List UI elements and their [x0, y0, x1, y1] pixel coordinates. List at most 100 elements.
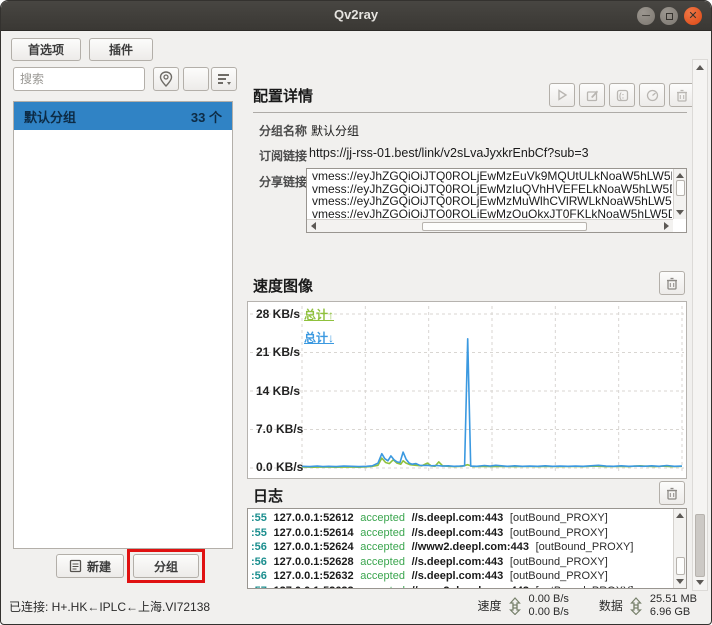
log-time: :56 — [251, 570, 267, 582]
speed-graph-title: 速度图像 — [253, 275, 313, 296]
share-horizontal-scrollbar[interactable] — [307, 219, 673, 232]
log-destination: //www2.deepl.com:443 — [412, 541, 529, 553]
scrollbar-thumb[interactable] — [422, 222, 587, 231]
data-up-value: 25.51 MB — [650, 593, 697, 606]
log-ip: 127.0.0.1:52614 — [274, 527, 354, 539]
log-destination: //s.deepl.com:443 — [412, 512, 504, 524]
log-row: :55 127.0.0.1:52612 accepted //s.deepl.c… — [251, 511, 672, 526]
log-title: 日志 — [253, 485, 283, 506]
share-links-text: vmess://eyJhZGQiOiJTQ0ROLjEwMzEuVk9MQUtU… — [312, 170, 672, 218]
scrollbar-thumb[interactable] — [676, 557, 685, 575]
log-outbound-tag: [outBound_PROXY] — [510, 570, 608, 582]
data-label: 数据 — [599, 597, 623, 614]
log-destination: //www2.deepl.com:443 — [412, 585, 529, 588]
y-axis-tick: 21 KB/s — [256, 345, 300, 359]
svg-text:(:: (: — [619, 91, 624, 100]
log-time: :57 — [251, 585, 267, 588]
search-input[interactable] — [13, 67, 145, 91]
scroll-left-arrow[interactable] — [311, 222, 316, 230]
data-values: 25.51 MB 6.96 GB — [650, 593, 697, 618]
log-status: accepted — [360, 570, 405, 582]
minimize-button[interactable]: ─ — [637, 7, 655, 25]
speed-up-value: 0.00 B/s — [529, 593, 569, 606]
log-ip: 127.0.0.1:52612 — [274, 512, 354, 524]
data-down-value: 6.96 GB — [650, 606, 697, 619]
scroll-down-arrow[interactable] — [696, 580, 704, 585]
log-destination: //s.deepl.com:443 — [412, 527, 504, 539]
scroll-down-arrow[interactable] — [676, 579, 684, 584]
share-links-label: 分享链接 — [259, 173, 307, 190]
share-link: vmess://eyJhZGQiOiJTQ0ROLjEwMzEuVk9MQUtU… — [312, 170, 672, 183]
log-ip: 127.0.0.1:52628 — [274, 556, 354, 568]
group-name-value: 默认分组 — [311, 122, 359, 139]
close-button[interactable]: ✕ — [684, 7, 702, 25]
log-outbound-tag: [outBound_PROXY] — [536, 541, 634, 553]
group-count-badge: 33 个 — [191, 107, 222, 126]
json-braces-icon: (: — [616, 89, 629, 102]
log-outbound-tag: [outBound_PROXY] — [536, 585, 634, 588]
sort-button[interactable] — [211, 67, 237, 91]
clear-log-button[interactable] — [659, 481, 685, 505]
scroll-down-arrow[interactable] — [676, 210, 684, 215]
speed-values: 0.00 B/s 0.00 B/s — [529, 593, 569, 618]
new-connection-button[interactable]: 新建 — [56, 554, 124, 578]
log-destination: //s.deepl.com:443 — [412, 556, 504, 568]
edit-button[interactable] — [579, 83, 605, 107]
share-links-textarea[interactable]: vmess://eyJhZGQiOiJTQ0ROLjEwMzEuVk9MQUtU… — [306, 168, 687, 233]
log-destination: //s.deepl.com:443 — [412, 570, 504, 582]
speed-stat-group: 速度 0.00 B/s 0.00 B/s — [478, 593, 569, 618]
log-status: accepted — [360, 512, 405, 524]
group-name: 默认分组 — [24, 107, 76, 126]
main-scrollbar[interactable] — [692, 59, 708, 591]
connect-button[interactable] — [549, 83, 575, 107]
speed-label: 速度 — [478, 597, 502, 614]
share-vertical-scrollbar[interactable] — [673, 169, 686, 219]
scroll-up-arrow[interactable] — [676, 513, 684, 518]
log-outbound-tag: [outBound_PROXY] — [510, 527, 608, 539]
new-document-icon — [69, 559, 82, 573]
bottom-statusbar: 速度 0.00 B/s 0.00 B/s 数据 25.51 MB 6.96 GB — [478, 593, 697, 618]
log-viewer[interactable]: :55 127.0.0.1:52612 accepted //s.deepl.c… — [247, 508, 687, 589]
clear-graph-button[interactable] — [659, 271, 685, 295]
log-outbound-tag: [outBound_PROXY] — [510, 512, 608, 524]
legend-total-download[interactable]: 总计↓ — [304, 329, 334, 346]
new-button-label: 新建 — [87, 558, 111, 575]
latency-test-button[interactable] — [639, 83, 665, 107]
detail-toolbar: (: — [549, 83, 695, 107]
edit-json-button[interactable]: (: — [609, 83, 635, 107]
blank-button[interactable] — [183, 67, 209, 91]
connection-status: 已连接: H+.HK←IPLC←上海.VI72138 — [9, 598, 210, 615]
qv2ray-window: Qv2ray ─ ✕ 首选项 插件 默认分组 33 个 新建 分组 已连接: H… — [0, 0, 712, 625]
sort-descending-icon — [217, 72, 232, 86]
subscription-url: https://jj-rss-01.best/link/v2sLvaJyxkrE… — [309, 146, 589, 160]
group-button[interactable]: 分组 — [133, 554, 199, 578]
speed-down-value: 0.00 B/s — [529, 606, 569, 619]
group-name-label: 分组名称 — [259, 122, 307, 139]
speed-chart: 28 KB/s 21 KB/s 14 KB/s 7.0 KB/s 0.0 KB/… — [247, 301, 687, 479]
location-pin-icon — [159, 71, 173, 87]
group-list-item-default[interactable]: 默认分组 33 个 — [14, 102, 232, 130]
scroll-up-arrow[interactable] — [676, 173, 684, 178]
plugins-button[interactable]: 插件 — [89, 38, 153, 61]
maximize-button[interactable] — [660, 7, 678, 25]
y-axis-tick: 14 KB/s — [256, 384, 300, 398]
preferences-button[interactable]: 首选项 — [11, 38, 81, 61]
log-time: :56 — [251, 541, 267, 553]
log-vertical-scrollbar[interactable] — [673, 509, 686, 588]
location-pin-button[interactable] — [153, 67, 179, 91]
edit-pencil-icon — [586, 89, 599, 102]
scrollbar-thumb[interactable] — [676, 180, 685, 196]
latency-gauge-icon — [646, 89, 659, 102]
legend-total-upload[interactable]: 总计↑ — [304, 306, 334, 323]
y-axis-tick: 0.0 KB/s — [256, 460, 303, 474]
subscription-label: 订阅链接 — [259, 147, 307, 164]
log-time: :56 — [251, 556, 267, 568]
section-divider — [253, 112, 687, 113]
scroll-up-arrow[interactable] — [696, 65, 704, 70]
scroll-right-arrow[interactable] — [664, 222, 669, 230]
log-row: :56 127.0.0.1:52632 accepted //s.deepl.c… — [251, 569, 672, 584]
scrollbar-thumb[interactable] — [695, 514, 705, 577]
log-ip: 127.0.0.1:52624 — [274, 541, 354, 553]
group-list: 默认分组 33 个 — [13, 101, 233, 549]
group-button-label: 分组 — [154, 558, 178, 575]
